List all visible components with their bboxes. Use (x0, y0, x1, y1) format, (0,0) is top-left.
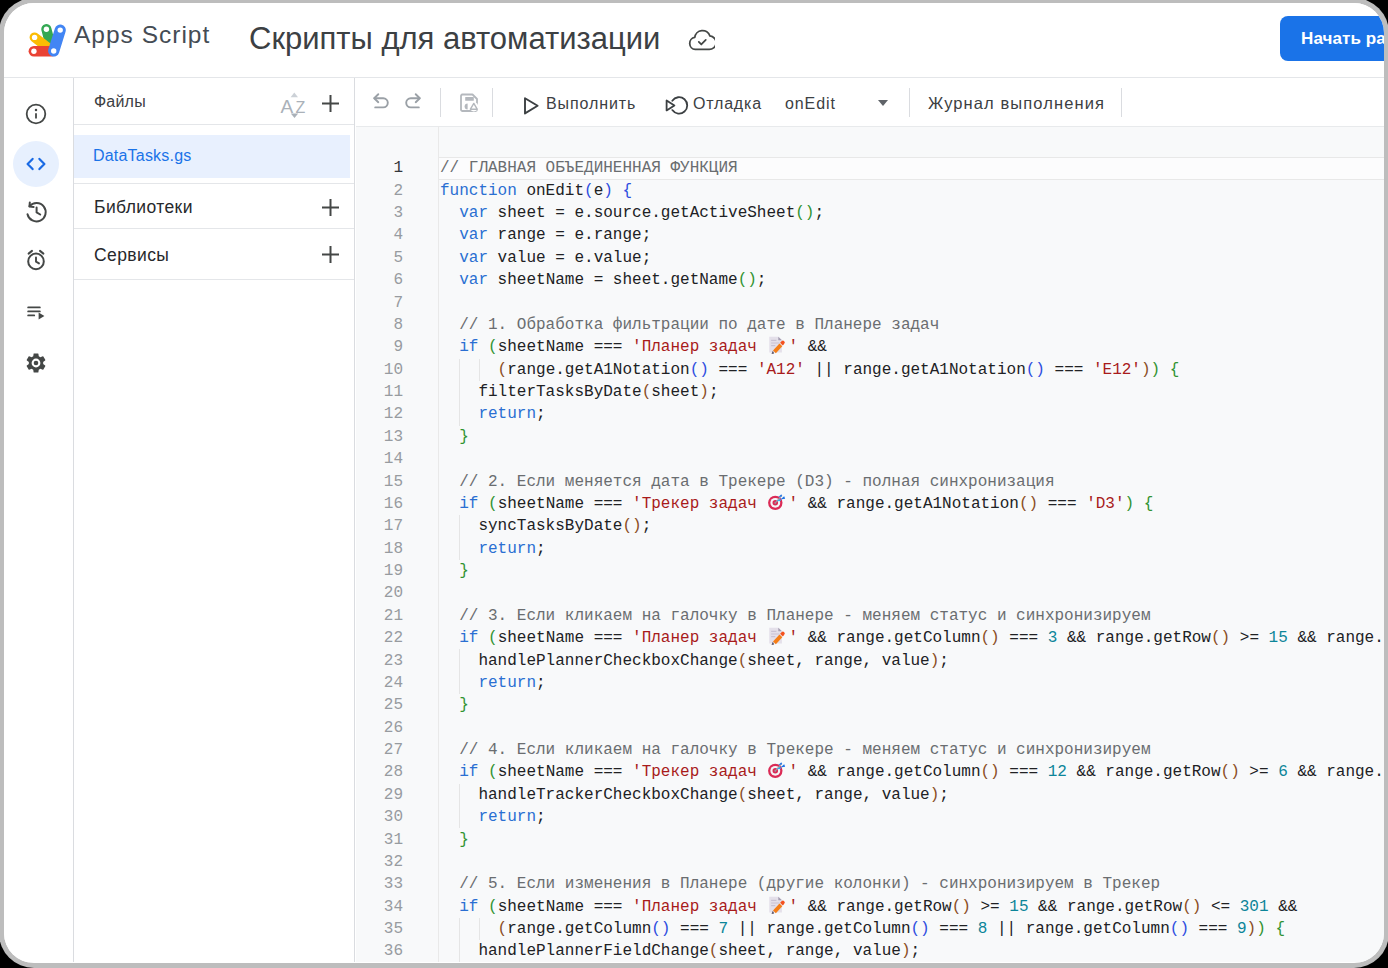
svg-text:A: A (280, 96, 293, 117)
svg-text:Z: Z (295, 99, 305, 116)
